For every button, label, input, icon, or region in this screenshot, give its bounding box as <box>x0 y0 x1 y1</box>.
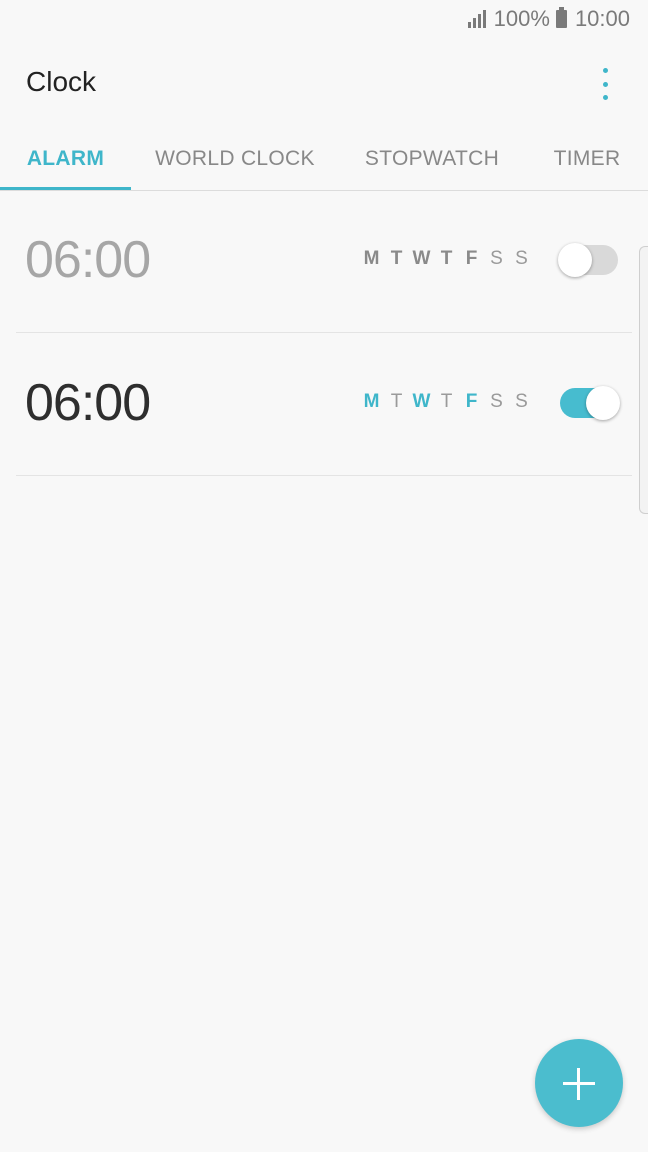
toggle-knob <box>558 243 592 277</box>
alarm-time: 06:00 <box>25 231 151 289</box>
edge-panel-handle[interactable] <box>639 246 648 514</box>
day-thursday: T <box>440 248 453 269</box>
tab-stopwatch[interactable]: STOPWATCH <box>350 128 514 188</box>
battery-percent: 100% <box>493 6 550 31</box>
toggle-knob <box>586 386 620 420</box>
alarm-time: 06:00 <box>25 374 151 432</box>
app-title: Clock <box>26 66 97 97</box>
day-tuesday: T <box>390 248 403 269</box>
tab-bar: ALARM WORLD CLOCK STOPWATCH TIMER <box>0 128 648 191</box>
day-saturday: S <box>490 248 503 269</box>
day-monday: M <box>363 391 380 412</box>
day-thursday: T <box>440 391 453 412</box>
plus-icon-vertical <box>577 1068 580 1100</box>
alarm-item[interactable]: 06:00 M T W T F S S <box>16 190 632 333</box>
tab-alarm[interactable]: ALARM <box>0 128 131 190</box>
more-vert-icon <box>602 68 608 73</box>
clock-screen: 100% 10:00 Clock ALARM WORLD CLOCK STOPW… <box>0 0 648 1152</box>
day-monday: M <box>363 248 380 269</box>
alarm-toggle[interactable] <box>560 386 620 420</box>
day-wednesday: W <box>412 248 431 269</box>
day-friday: F <box>465 248 478 269</box>
status-time: 10:00 <box>574 6 630 31</box>
more-options-button[interactable] <box>590 64 620 104</box>
day-wednesday: W <box>412 391 431 412</box>
more-vert-dot <box>602 95 608 100</box>
add-alarm-button[interactable] <box>535 1039 623 1127</box>
battery-icon <box>555 7 567 28</box>
day-friday: F <box>465 391 478 412</box>
tab-timer[interactable]: TIMER <box>540 128 634 188</box>
alarm-toggle[interactable] <box>558 243 618 277</box>
day-sunday: S <box>515 391 528 412</box>
day-saturday: S <box>490 391 503 412</box>
status-bar: 100% 10:00 <box>0 0 648 38</box>
app-bar: Clock <box>0 38 648 128</box>
day-tuesday: T <box>390 391 403 412</box>
day-sunday: S <box>515 248 528 269</box>
tab-world-clock[interactable]: WORLD CLOCK <box>142 128 328 188</box>
alarm-days: M T W T F S S <box>359 391 534 413</box>
alarm-item[interactable]: 06:00 M T W T F S S <box>16 333 632 476</box>
signal-icon <box>467 10 486 28</box>
more-vert-dot <box>602 81 608 87</box>
alarm-days: M T W T F S S <box>359 248 534 270</box>
